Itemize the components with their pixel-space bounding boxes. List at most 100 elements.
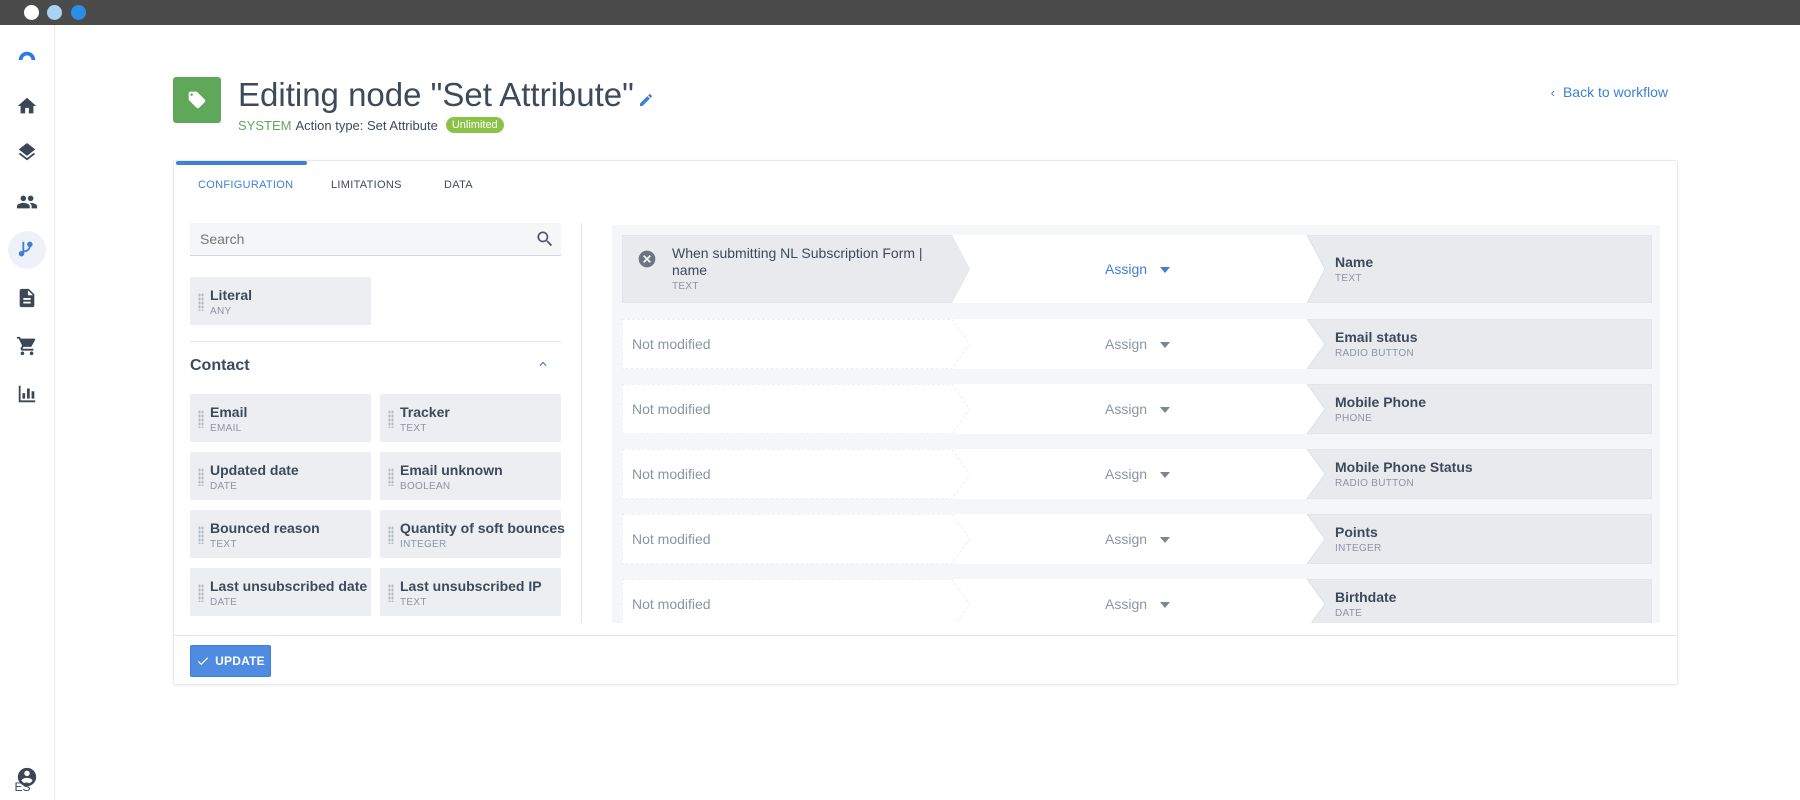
- window-close-button[interactable]: [24, 5, 39, 20]
- mapping-target: Email status: [1335, 329, 1418, 345]
- system-label: SYSTEM: [238, 117, 292, 133]
- attribute-type: EMAIL: [210, 423, 242, 434]
- mapping-source-empty[interactable]: Not modified: [632, 401, 711, 417]
- drag-handle-icon[interactable]: [198, 410, 204, 428]
- caret-down-icon[interactable]: [1160, 342, 1170, 348]
- attribute-card[interactable]: Updated date DATE: [190, 452, 371, 500]
- caret-down-icon[interactable]: [1160, 472, 1170, 478]
- operation-select[interactable]: Assign: [1105, 401, 1147, 417]
- attribute-card[interactable]: Last unsubscribed date DATE: [190, 568, 371, 616]
- attribute-card[interactable]: Bounced reason TEXT: [190, 510, 371, 558]
- people-icon[interactable]: [8, 183, 46, 221]
- attribute-card[interactable]: Tracker TEXT: [380, 394, 561, 442]
- mapping-row: Not modified Assign Mobile Phone Status …: [622, 449, 1652, 499]
- group-title: Contact: [190, 357, 250, 374]
- chevron-up-icon[interactable]: [536, 357, 552, 373]
- drag-handle-icon[interactable]: [198, 526, 204, 544]
- page-title: Editing node "Set Attribute": [238, 76, 634, 113]
- operation-select[interactable]: Assign: [1105, 336, 1147, 352]
- document-icon[interactable]: [8, 279, 46, 317]
- chevron-left-icon: ‹: [1550, 84, 1555, 100]
- mapping-source-type: TEXT: [672, 281, 699, 292]
- mapping-target-type: PHONE: [1335, 413, 1373, 424]
- caret-down-icon[interactable]: [1160, 267, 1170, 273]
- remove-mapping-icon[interactable]: [637, 249, 657, 269]
- attribute-card[interactable]: Email EMAIL: [190, 394, 371, 442]
- home-icon[interactable]: [8, 87, 46, 125]
- attribute-search: [190, 223, 561, 256]
- layers-icon[interactable]: [8, 135, 46, 173]
- tab-limitations[interactable]: LIMITATIONS: [331, 179, 402, 191]
- window-maximize-button[interactable]: [71, 5, 86, 20]
- section-divider: [190, 341, 561, 342]
- mapping-target-type: RADIO BUTTON: [1335, 348, 1414, 359]
- drag-handle-icon[interactable]: [198, 584, 204, 602]
- drag-handle-icon[interactable]: [388, 468, 394, 486]
- search-input[interactable]: [200, 231, 520, 247]
- caret-down-icon[interactable]: [1160, 407, 1170, 413]
- attribute-name: Literal: [210, 287, 253, 303]
- mapping-target: Mobile Phone Status: [1335, 459, 1473, 475]
- back-to-workflow-link[interactable]: ‹ Back to workflow: [1551, 84, 1668, 100]
- attribute-name: Last unsubscribed IP: [400, 578, 542, 594]
- attribute-type: ANY: [210, 306, 232, 317]
- mapping-target-type: TEXT: [1335, 273, 1362, 284]
- sidebar: ES: [0, 25, 55, 800]
- mapping-source-empty[interactable]: Not modified: [632, 596, 711, 612]
- caret-down-icon[interactable]: [1160, 602, 1170, 608]
- tab-configuration[interactable]: CONFIGURATION: [198, 179, 293, 191]
- attribute-card[interactable]: Last unsubscribed IP TEXT: [380, 568, 561, 616]
- cart-icon[interactable]: [8, 327, 46, 365]
- update-button[interactable]: UPDATE: [190, 645, 271, 677]
- mapping-target-type: INTEGER: [1335, 543, 1382, 554]
- window-titlebar: [0, 0, 1800, 25]
- attribute-type: DATE: [210, 597, 238, 608]
- operation-select[interactable]: Assign: [1105, 531, 1147, 547]
- mapping-target-type: RADIO BUTTON: [1335, 478, 1414, 489]
- node-tag-badge: [173, 77, 221, 123]
- check-icon: [198, 657, 209, 666]
- attribute-card[interactable]: Email unknown BOOLEAN: [380, 452, 561, 500]
- language-label[interactable]: ES: [0, 780, 45, 794]
- mapping-target: Points: [1335, 524, 1378, 540]
- mapping-row: When submitting NL Subscription Form | n…: [622, 235, 1652, 303]
- caret-down-icon[interactable]: [1160, 537, 1170, 543]
- footer-divider: [174, 635, 1677, 636]
- search-icon[interactable]: [535, 229, 555, 249]
- editor-card: CONFIGURATION LIMITATIONS DATA Literal A…: [173, 160, 1678, 685]
- bar-chart-icon[interactable]: [8, 375, 46, 413]
- drag-handle-icon[interactable]: [388, 584, 394, 602]
- node-subtitle: SYSTEM Action type: Set Attribute Unlimi…: [238, 117, 504, 133]
- operation-select[interactable]: Assign: [1105, 466, 1147, 482]
- mapping-row: Not modified Assign Mobile Phone PHONE: [622, 384, 1652, 434]
- mapping-panel: When submitting NL Subscription Form | n…: [612, 225, 1660, 623]
- attribute-name: Updated date: [210, 462, 299, 478]
- drag-handle-icon[interactable]: [388, 526, 394, 544]
- mapping-source-empty[interactable]: Not modified: [632, 531, 711, 547]
- back-link-label: Back to workflow: [1562, 84, 1668, 100]
- drag-handle-icon[interactable]: [198, 293, 204, 311]
- mapping-target: Birthdate: [1335, 589, 1397, 605]
- drag-handle-icon[interactable]: [388, 410, 394, 428]
- logo-icon[interactable]: [8, 41, 46, 79]
- mapping-source-empty[interactable]: Not modified: [632, 336, 711, 352]
- workflow-icon[interactable]: [8, 231, 46, 269]
- attribute-type: TEXT: [210, 539, 237, 550]
- mapping-row: Not modified Assign Birthdate DATE: [622, 579, 1652, 623]
- tab-data[interactable]: DATA: [444, 179, 473, 191]
- attribute-type: TEXT: [400, 597, 427, 608]
- operation-select[interactable]: Assign: [1105, 596, 1147, 612]
- mapping-source-empty[interactable]: Not modified: [632, 466, 711, 482]
- mapping-source[interactable]: When submitting NL Subscription Form | n…: [672, 245, 932, 279]
- window-minimize-button[interactable]: [47, 5, 62, 20]
- operation-select[interactable]: Assign: [1105, 261, 1147, 277]
- attribute-literal[interactable]: Literal ANY: [190, 277, 371, 325]
- edit-title-icon[interactable]: [638, 92, 654, 108]
- active-tab-indicator: [176, 161, 307, 165]
- drag-handle-icon[interactable]: [198, 468, 204, 486]
- attribute-card[interactable]: Quantity of soft bounces INTEGER: [380, 510, 565, 558]
- attribute-type: INTEGER: [400, 539, 447, 550]
- unlimited-badge: Unlimited: [445, 117, 504, 133]
- mapping-target: Name: [1335, 254, 1374, 270]
- attribute-name: Email unknown: [400, 462, 503, 478]
